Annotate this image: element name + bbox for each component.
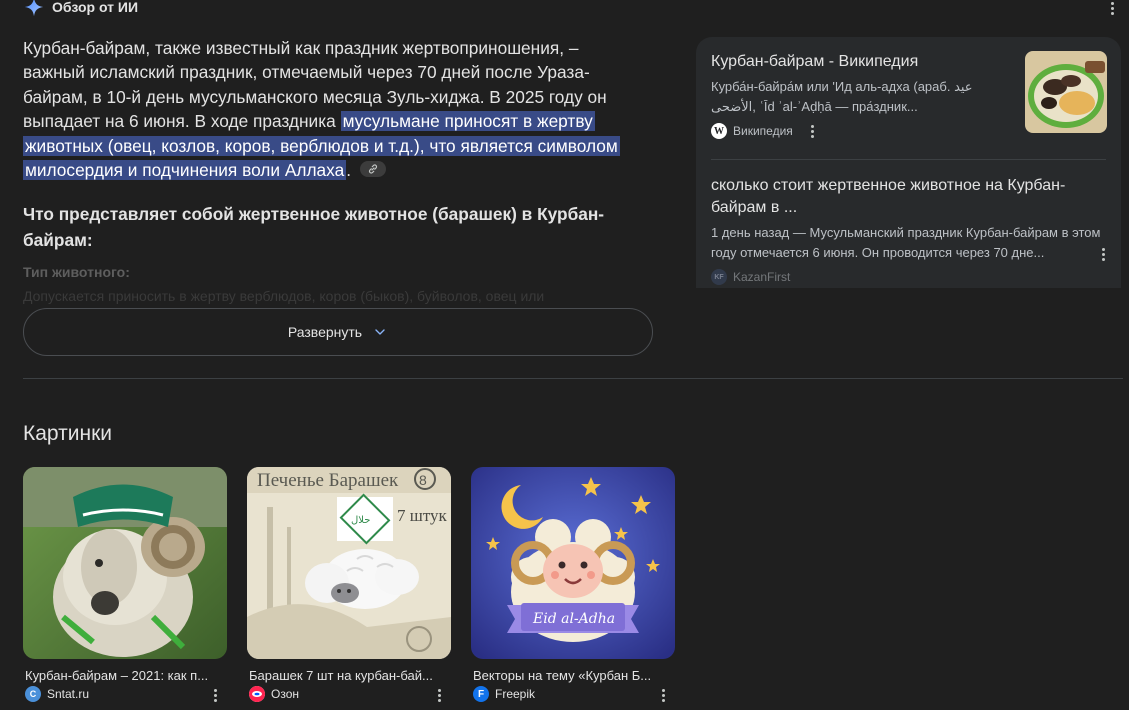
wikipedia-favicon-icon: W	[711, 123, 727, 139]
more-options-icon[interactable]	[807, 124, 819, 138]
freepik-favicon-icon: F	[473, 686, 489, 702]
kazanfirst-favicon-icon: KF	[711, 269, 727, 285]
more-options-icon[interactable]	[209, 688, 221, 702]
ai-overview-title: Обзор от ИИ	[52, 0, 139, 15]
source-title[interactable]: Курбан-байрам - Википедия	[711, 51, 1011, 73]
source-meta: W Википедия	[711, 123, 1011, 139]
image-caption[interactable]: Курбан-байрам – 2021: как п...	[25, 668, 225, 683]
ram-in-cap-image[interactable]	[23, 467, 227, 659]
chevron-down-icon	[375, 329, 385, 335]
more-options-icon[interactable]	[1097, 247, 1109, 261]
sources-panel: Курбан-байрам - Википедия Курба́н-байра́…	[696, 37, 1121, 288]
search-results-page: Обзор от ИИ Курбан-байрам, также известн…	[0, 0, 1129, 710]
source-snippet: 1 день назад — Мусульманский праздник Ку…	[711, 225, 1101, 260]
cookie-count-text: 7 штук	[397, 506, 448, 525]
image-source: F Freepik	[473, 686, 675, 702]
source-snippet: Курба́н-байра́м или 'Ид аль-адха (араб. …	[711, 79, 973, 114]
source-meta: KF KazanFirst	[711, 269, 1111, 285]
image-source: C Sntat.ru	[25, 686, 227, 702]
image-site: Sntat.ru	[47, 687, 90, 701]
source-card-wikipedia[interactable]: Курбан-байрам - Википедия Курба́н-байра́…	[711, 51, 1011, 139]
separator	[711, 159, 1106, 160]
source-site: Википедия	[733, 124, 793, 138]
image-caption[interactable]: Векторы на тему «Курбан Б...	[473, 668, 673, 683]
svg-text:8: 8	[419, 472, 427, 488]
image-site: Озон	[271, 687, 300, 701]
image-card[interactable]: Eid al-Adha Векторы на тему «Курбан Б...…	[471, 467, 675, 702]
source-thumbnail[interactable]	[1025, 51, 1107, 133]
ai-sparkle-icon	[24, 0, 44, 17]
more-options-icon[interactable]	[1105, 0, 1119, 16]
source-title[interactable]: сколько стоит жертвенное животное на Кур…	[711, 175, 1091, 219]
faded-heading: Тип животного:	[23, 264, 130, 280]
source-link-icon[interactable]	[359, 161, 386, 178]
section-divider	[23, 378, 1123, 379]
more-options-icon[interactable]	[657, 688, 669, 702]
halal-text: حلال	[351, 515, 370, 526]
image-caption[interactable]: Барашек 7 шт на курбан-бай...	[249, 668, 449, 683]
image-card[interactable]: Печенье Барашек 8 حلال 7 штук Барашек 7 …	[247, 467, 451, 702]
image-card[interactable]: Курбан-байрам – 2021: как п... C Sntat.r…	[23, 467, 227, 702]
image-site: Freepik	[495, 687, 536, 701]
images-section-title: Картинки	[23, 422, 112, 445]
cookie-pack-image[interactable]: Печенье Барашек 8 حلال 7 штук	[247, 467, 451, 659]
expand-button[interactable]: Развернуть	[23, 308, 653, 356]
image-source: Озон	[249, 686, 451, 702]
question-heading: Что представляет собой жертвенное животн…	[23, 204, 605, 250]
source-card-kazanfirst[interactable]: сколько стоит жертвенное животное на Кур…	[711, 175, 1111, 285]
ai-overview-header: Обзор от ИИ	[24, 0, 138, 18]
cookie-pack-text: Печенье Барашек	[257, 470, 399, 491]
ozon-favicon-icon	[249, 686, 265, 702]
source-site: KazanFirst	[733, 270, 791, 284]
eid-text: Eid al-Adha	[532, 611, 615, 627]
ai-overview-paragraph: Курбан-байрам, также известный как празд…	[23, 38, 620, 181]
eid-sheep-vector-image[interactable]: Eid al-Adha	[471, 467, 675, 659]
expand-label: Развернуть	[287, 324, 363, 340]
collapsed-content: Тип животного: Допускается приносить в ж…	[23, 262, 653, 310]
sntat-favicon-icon: C	[25, 686, 41, 702]
faded-text: Допускается приносить в жертву верблюдов…	[23, 288, 545, 304]
more-options-icon[interactable]	[433, 688, 445, 702]
